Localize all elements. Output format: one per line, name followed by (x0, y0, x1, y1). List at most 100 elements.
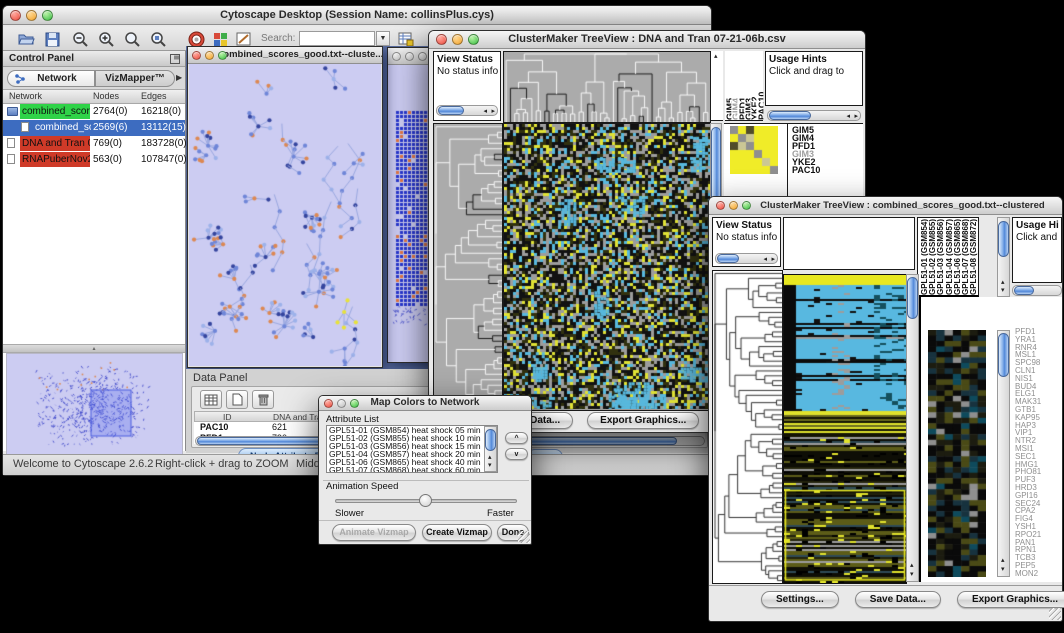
column-label[interactable]: PAC10 (757, 51, 763, 120)
column-label[interactable]: GPL51-06 (GSM865) (953, 218, 961, 295)
resize-grip[interactable] (518, 531, 530, 543)
attribute-list[interactable]: GPL51-01 (GSM854) heat shock 05 minGPL51… (326, 425, 498, 473)
network-table-row[interactable]: RNAPuberNov2+ 563(0) 107847(0) (3, 152, 185, 168)
search-dropdown-arrow[interactable]: ▼ (376, 31, 390, 46)
minimize-button[interactable] (452, 34, 463, 45)
animate-vizmap-button[interactable]: Animate Vizmap (332, 524, 416, 541)
gene-label[interactable]: MON2 (1015, 570, 1041, 578)
column-label[interactable]: GPL51-01 (GSM854) (920, 218, 928, 295)
scroll-up-arrow[interactable]: ▴ (1001, 557, 1005, 564)
treeview2-button[interactable]: Settings... (761, 591, 839, 608)
minimize-button[interactable] (26, 10, 37, 21)
scrollbar-thumb[interactable] (485, 429, 496, 451)
resize-grip[interactable] (1049, 608, 1061, 620)
row-dendrogram[interactable] (433, 123, 503, 411)
network-view-canvas[interactable] (189, 64, 381, 366)
scrollbar-thumb[interactable] (717, 254, 739, 263)
network-table-row[interactable]: combined_scores 2764(0) 16218(0) (3, 104, 185, 120)
network-window-foreground[interactable]: combined_scores_good.txt--cluste... (187, 46, 383, 368)
usage-hints-hscrollbar[interactable] (1012, 285, 1062, 296)
close-button[interactable] (436, 34, 447, 45)
scroll-left-arrow[interactable]: ◂ (763, 256, 767, 263)
tab-network[interactable]: Network (7, 70, 95, 87)
tab-vizmapper[interactable]: VizMapper™ (95, 70, 175, 87)
treeview1-titlebar[interactable]: ClusterMaker TreeView : DNA and Tran 07-… (429, 31, 865, 49)
panel-split-handle[interactable]: ▴ (3, 344, 185, 353)
zoom-button[interactable] (350, 399, 359, 408)
new-attribute-icon[interactable] (226, 390, 248, 409)
view-status-hscrollbar[interactable]: ◂ ▸ (436, 105, 498, 116)
scrollbar-thumb[interactable] (907, 277, 918, 319)
scrollbar-thumb[interactable] (438, 106, 464, 115)
network-table-row[interactable]: combined_sco 2569(6) 13112(15) (3, 120, 185, 136)
scrollbar-thumb[interactable] (998, 333, 1009, 377)
attribute-select-icon[interactable] (200, 390, 222, 409)
move-down-button[interactable]: v (505, 448, 528, 460)
network-table-row[interactable]: DNA and Tran 07 769(0) 183728(0) (3, 136, 185, 152)
heatmap-zoom-view[interactable] (730, 126, 778, 174)
zoom-button[interactable] (42, 10, 53, 21)
close-button[interactable] (324, 399, 333, 408)
zoom-button[interactable] (218, 51, 227, 60)
zoom-in-icon[interactable] (97, 30, 115, 48)
zoom-button[interactable] (418, 52, 427, 61)
zoom-fit-icon[interactable] (123, 30, 141, 48)
scroll-up-arrow[interactable]: ▴ (1001, 279, 1005, 286)
scroll-down-arrow[interactable]: ▾ (910, 571, 914, 578)
close-button[interactable] (10, 10, 21, 21)
scroll-right-arrow[interactable]: ▸ (854, 113, 858, 120)
usage-hints-hscrollbar[interactable]: ◂ ▸ (767, 110, 861, 121)
heatmap-global-view[interactable] (503, 123, 711, 411)
slider-thumb[interactable] (419, 494, 432, 507)
main-titlebar[interactable]: Cytoscape Desktop (Session Name: collins… (3, 6, 711, 25)
save-icon[interactable] (43, 30, 61, 48)
zoom-vscrollbar[interactable]: ▴ ▾ (997, 330, 1010, 577)
scroll-up-arrow[interactable]: ▴ (910, 562, 914, 569)
treeview2-button[interactable]: Save Data... (855, 591, 941, 608)
scroll-left-arrow[interactable]: ◂ (846, 113, 850, 120)
column-label[interactable]: GPL51-04 (GSM857) (945, 218, 953, 295)
close-button[interactable] (716, 201, 725, 210)
column-dendrogram-panel[interactable] (783, 217, 915, 270)
close-button[interactable] (192, 51, 201, 60)
zoom-button[interactable] (468, 34, 479, 45)
scroll-down-arrow[interactable]: ▾ (1001, 566, 1005, 573)
minimize-button[interactable] (405, 52, 414, 61)
minimize-button[interactable] (729, 201, 738, 210)
attribute-list-item[interactable]: GPL51-07 (GSM868) heat shock 60 min (329, 467, 497, 473)
tab-overflow-arrow[interactable]: ▶ (176, 73, 182, 82)
row-label[interactable]: PAC10 (792, 166, 820, 174)
treeview2-button[interactable]: Export Graphics... (957, 591, 1064, 608)
column-label[interactable]: GPL51-07 (GSM868) (961, 218, 969, 295)
dendrogram-scroll-strip[interactable]: ▴ (711, 51, 723, 121)
column-label[interactable]: YKE2 (750, 51, 756, 120)
network-overview-thumbnail[interactable] (6, 353, 183, 455)
scroll-up-arrow[interactable]: ▴ (714, 53, 718, 60)
scrollbar-thumb[interactable] (769, 111, 811, 120)
column-label[interactable]: GPL51-03 (GSM856) (936, 218, 944, 295)
zoom-out-icon[interactable] (71, 30, 89, 48)
attribute-list-vscrollbar[interactable]: ▴ ▾ (484, 426, 497, 472)
column-label[interactable]: GPL51-08 (GSM872) (969, 218, 977, 295)
search-input[interactable] (299, 31, 375, 46)
view-status-hscrollbar[interactable]: ◂ ▸ (715, 253, 778, 264)
close-button[interactable] (392, 52, 401, 61)
heatmap-vscrollbar[interactable]: ▴ ▾ (906, 274, 919, 582)
minimize-button[interactable] (337, 399, 346, 408)
scroll-down-arrow[interactable]: ▾ (488, 462, 492, 469)
float-panel-icon[interactable] (170, 54, 180, 64)
heatmap-zoom-view[interactable] (928, 330, 986, 577)
move-up-button[interactable]: ^ (505, 432, 528, 444)
treeview2-titlebar[interactable]: ClusterMaker TreeView : combined_scores_… (709, 197, 1062, 215)
scroll-right-arrow[interactable]: ▸ (491, 108, 495, 115)
zoom-selected-icon[interactable] (149, 30, 167, 48)
delete-attribute-icon[interactable] (252, 390, 274, 409)
column-labels-vscrollbar[interactable]: ▴ ▾ (997, 217, 1010, 297)
column-dendrogram[interactable] (503, 51, 711, 123)
zoom-button[interactable] (742, 201, 751, 210)
scrollbar-thumb[interactable] (1014, 286, 1034, 295)
scroll-right-arrow[interactable]: ▸ (771, 256, 775, 263)
minimize-button[interactable] (205, 51, 214, 60)
heatmap-global-view[interactable] (783, 274, 907, 584)
create-vizmap-button[interactable]: Create Vizmap (422, 524, 492, 541)
